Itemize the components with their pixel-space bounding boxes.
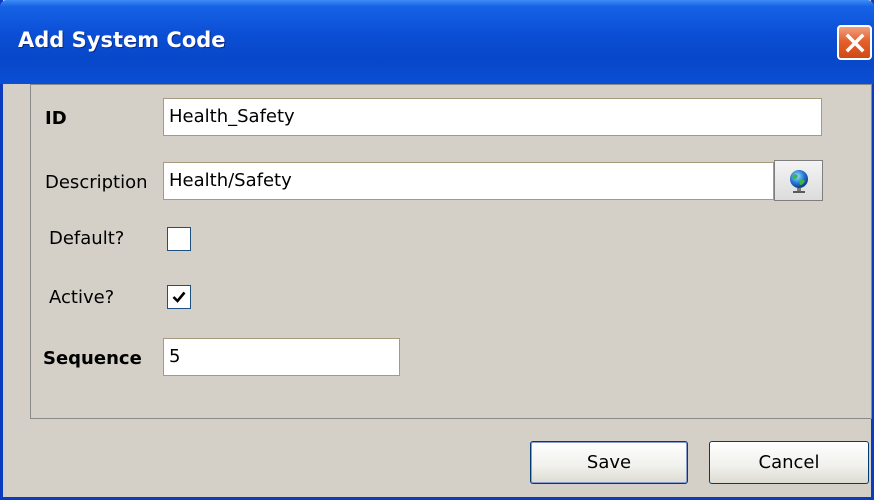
globe-icon: [789, 169, 808, 193]
id-label: ID: [45, 108, 67, 129]
close-icon: [845, 33, 864, 52]
save-button[interactable]: Save: [530, 441, 688, 484]
translate-button[interactable]: [774, 160, 823, 201]
default-checkbox[interactable]: [167, 227, 191, 251]
description-label: Description: [45, 172, 148, 193]
default-label: Default?: [49, 228, 125, 249]
title-bar[interactable]: Add System Code: [0, 0, 874, 84]
dialog-window: Add System Code ID Health_Safety Descrip…: [0, 0, 874, 500]
sequence-field[interactable]: 5: [163, 338, 400, 376]
checkmark-icon: [172, 291, 186, 303]
active-label: Active?: [49, 287, 115, 308]
cancel-button[interactable]: Cancel: [709, 441, 869, 484]
description-field[interactable]: Health/Safety: [163, 162, 774, 200]
window-title: Add System Code: [18, 28, 226, 52]
sequence-label: Sequence: [43, 348, 142, 369]
close-button[interactable]: [837, 25, 872, 60]
id-field[interactable]: Health_Safety: [163, 98, 822, 136]
active-checkbox[interactable]: [167, 285, 191, 309]
